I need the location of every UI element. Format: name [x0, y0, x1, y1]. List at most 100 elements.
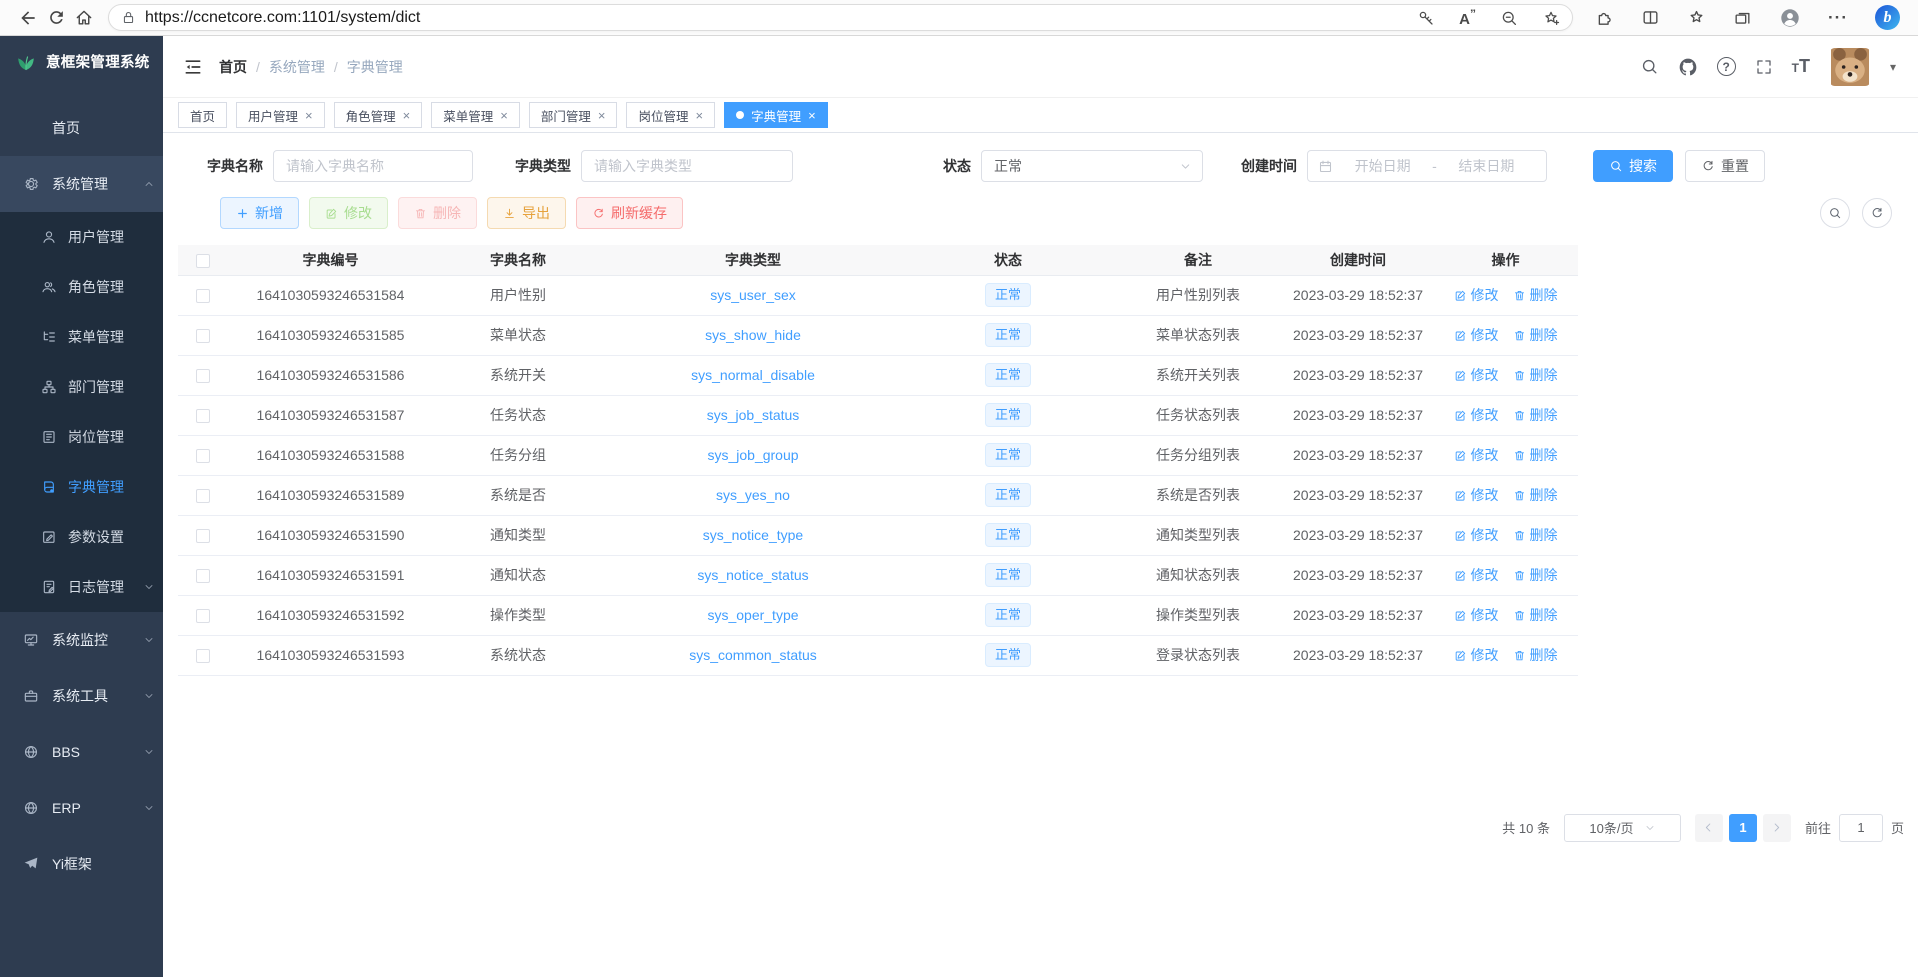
zoom-out-icon[interactable]	[1500, 9, 1518, 27]
next-page-button[interactable]	[1763, 814, 1791, 842]
url-input[interactable]	[145, 9, 1417, 27]
row-delete-link[interactable]: 删除	[1513, 365, 1558, 385]
row-checkbox[interactable]	[196, 649, 210, 663]
search-button[interactable]: 搜索	[1593, 150, 1673, 182]
close-tab-icon[interactable]	[695, 109, 703, 122]
browser-home-button[interactable]	[70, 4, 98, 32]
search-icon[interactable]	[1640, 57, 1659, 76]
address-bar[interactable]: A	[108, 4, 1573, 31]
tab-user-mgmt[interactable]: 用户管理	[236, 102, 325, 128]
sidebar-item-bbs[interactable]: BBS	[0, 724, 163, 780]
delete-button[interactable]: 删除	[398, 197, 477, 229]
tab-role-mgmt[interactable]: 角色管理	[334, 102, 423, 128]
sidebar-item-system-tools[interactable]: 系统工具	[0, 668, 163, 724]
date-range-picker[interactable]: 开始日期 - 结束日期	[1307, 150, 1547, 182]
sidebar-item-param-settings[interactable]: 参数设置	[0, 512, 163, 562]
read-aloud-icon[interactable]: A	[1459, 7, 1476, 28]
help-icon[interactable]	[1717, 57, 1736, 76]
row-delete-link[interactable]: 删除	[1513, 525, 1558, 545]
row-checkbox[interactable]	[196, 569, 210, 583]
export-button[interactable]: 导出	[487, 197, 566, 229]
row-delete-link[interactable]: 删除	[1513, 325, 1558, 345]
dict-type-link[interactable]: sys_common_status	[689, 647, 817, 663]
extensions-icon[interactable]	[1595, 8, 1614, 27]
tab-home[interactable]: 首页	[178, 102, 227, 128]
sidebar-item-user-mgmt[interactable]: 用户管理	[0, 212, 163, 262]
github-icon[interactable]	[1678, 57, 1698, 77]
reset-button[interactable]: 重置	[1685, 150, 1765, 182]
row-edit-link[interactable]: 修改	[1454, 565, 1499, 585]
split-screen-icon[interactable]	[1641, 8, 1660, 27]
sidebar-item-system-monitor[interactable]: 系统监控	[0, 612, 163, 668]
sidebar-item-dept-mgmt[interactable]: 部门管理	[0, 362, 163, 412]
status-select[interactable]: 正常	[981, 150, 1203, 182]
close-tab-icon[interactable]	[808, 109, 816, 122]
sidebar-item-menu-mgmt[interactable]: 菜单管理	[0, 312, 163, 362]
row-checkbox[interactable]	[196, 289, 210, 303]
prev-page-button[interactable]	[1695, 814, 1723, 842]
row-edit-link[interactable]: 修改	[1454, 645, 1499, 665]
sidebar-item-log-mgmt[interactable]: 日志管理	[0, 562, 163, 612]
dict-type-link[interactable]: sys_show_hide	[705, 327, 801, 343]
sidebar-item-dict-mgmt[interactable]: 字典管理	[0, 462, 163, 512]
row-delete-link[interactable]: 删除	[1513, 285, 1558, 305]
collapse-sidebar-icon[interactable]	[183, 57, 203, 77]
row-edit-link[interactable]: 修改	[1454, 365, 1499, 385]
row-checkbox[interactable]	[196, 489, 210, 503]
user-avatar[interactable]	[1829, 48, 1871, 86]
browser-back-button[interactable]	[14, 4, 42, 32]
close-tab-icon[interactable]	[403, 109, 411, 122]
select-all-checkbox[interactable]	[196, 254, 210, 268]
row-delete-link[interactable]: 删除	[1513, 445, 1558, 465]
edit-button[interactable]: 修改	[309, 197, 388, 229]
collections-icon[interactable]	[1733, 8, 1752, 27]
row-edit-link[interactable]: 修改	[1454, 285, 1499, 305]
sidebar-item-post-mgmt[interactable]: 岗位管理	[0, 412, 163, 462]
dict-type-link[interactable]: sys_yes_no	[716, 487, 790, 503]
row-delete-link[interactable]: 删除	[1513, 605, 1558, 625]
profile-avatar-icon[interactable]	[1779, 7, 1801, 29]
row-delete-link[interactable]: 删除	[1513, 565, 1558, 585]
refresh-table-button[interactable]	[1862, 198, 1892, 228]
row-edit-link[interactable]: 修改	[1454, 605, 1499, 625]
dict-type-link[interactable]: sys_notice_type	[703, 527, 803, 543]
row-delete-link[interactable]: 删除	[1513, 405, 1558, 425]
dict-name-input[interactable]	[273, 150, 473, 182]
add-favorite-icon[interactable]	[1542, 9, 1560, 27]
browser-menu-icon[interactable]	[1828, 8, 1848, 28]
breadcrumb-system[interactable]: 系统管理	[269, 57, 325, 77]
current-page[interactable]: 1	[1729, 814, 1757, 842]
row-delete-link[interactable]: 删除	[1513, 645, 1558, 665]
row-checkbox[interactable]	[196, 409, 210, 423]
tab-dept-mgmt[interactable]: 部门管理	[529, 102, 618, 128]
close-tab-icon[interactable]	[500, 109, 508, 122]
dict-type-link[interactable]: sys_oper_type	[707, 607, 798, 623]
row-edit-link[interactable]: 修改	[1454, 325, 1499, 345]
password-key-icon[interactable]	[1417, 9, 1435, 27]
close-tab-icon[interactable]	[598, 109, 606, 122]
toggle-search-button[interactable]	[1820, 198, 1850, 228]
row-edit-link[interactable]: 修改	[1454, 445, 1499, 465]
tab-dict-mgmt[interactable]: 字典管理	[724, 102, 828, 128]
dict-type-link[interactable]: sys_user_sex	[710, 287, 796, 303]
tab-menu-mgmt[interactable]: 菜单管理	[431, 102, 520, 128]
goto-page-input[interactable]	[1839, 814, 1883, 842]
sidebar-item-erp[interactable]: ERP	[0, 780, 163, 836]
copilot-icon[interactable]	[1875, 5, 1900, 30]
row-checkbox[interactable]	[196, 529, 210, 543]
sidebar-item-system-mgmt[interactable]: 系统管理	[0, 156, 163, 212]
row-edit-link[interactable]: 修改	[1454, 525, 1499, 545]
dict-type-link[interactable]: sys_job_status	[707, 407, 800, 423]
dict-type-link[interactable]: sys_normal_disable	[691, 367, 815, 383]
row-checkbox[interactable]	[196, 609, 210, 623]
refresh-cache-button[interactable]: 刷新缓存	[576, 197, 683, 229]
row-edit-link[interactable]: 修改	[1454, 485, 1499, 505]
sidebar-item-role-mgmt[interactable]: 角色管理	[0, 262, 163, 312]
sidebar-item-yi-framework[interactable]: Yi框架	[0, 836, 163, 892]
dict-type-link[interactable]: sys_notice_status	[697, 567, 808, 583]
dict-type-input[interactable]	[581, 150, 793, 182]
row-checkbox[interactable]	[196, 369, 210, 383]
fullscreen-icon[interactable]	[1755, 58, 1773, 76]
sidebar-item-home[interactable]: 首页	[0, 100, 163, 156]
font-size-icon[interactable]	[1792, 56, 1810, 77]
